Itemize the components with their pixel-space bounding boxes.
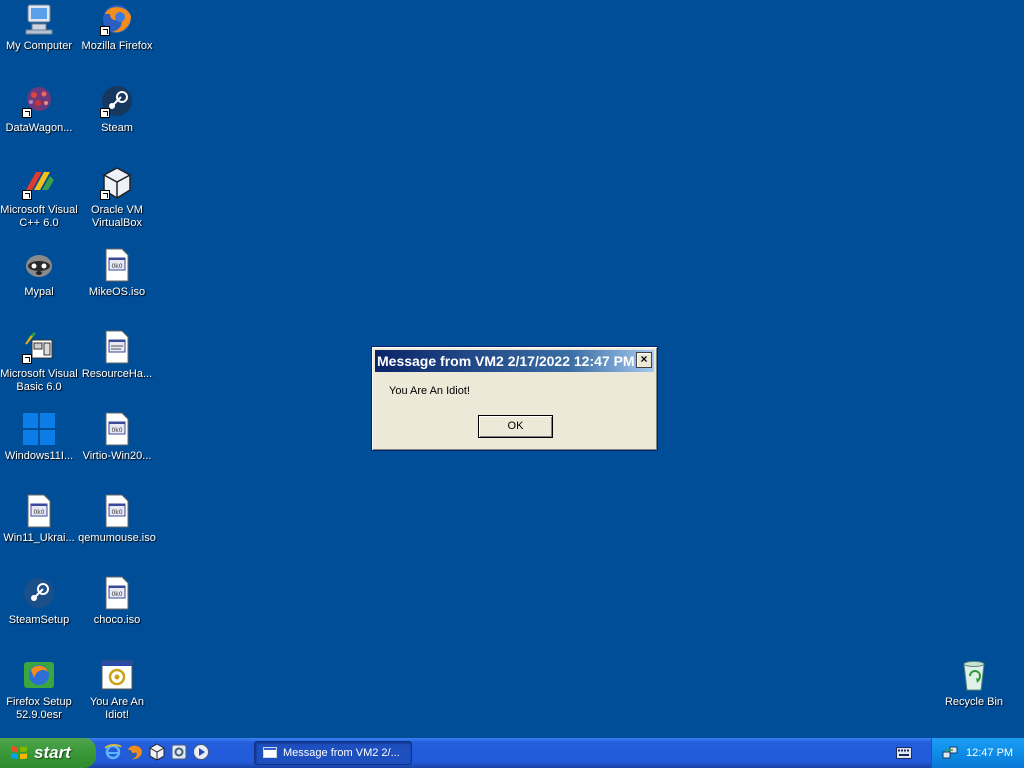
dialog-title: Message from VM2 2/17/2022 12:47 PM (377, 353, 635, 369)
windows11-icon (22, 412, 56, 446)
iso-file-icon: 0k0 (100, 494, 134, 528)
quick-launch (104, 743, 210, 763)
dialog-message: You Are An Idiot! (389, 385, 470, 397)
program-icon (100, 658, 134, 692)
desktop-icon-label: Firefox Setup 52.9.0esr (6, 696, 72, 721)
visual-basic-icon (22, 330, 56, 364)
desktop-icon-resourceha[interactable]: ResourceHa... (78, 330, 156, 381)
desktop: My Computer DataWagon... Microsoft Visua… (0, 0, 1024, 738)
desktop-icon-label: Microsoft Visual Basic 6.0 (0, 368, 78, 393)
shortcut-arrow-icon (22, 190, 32, 200)
desktop-icon-win11-ukrai[interactable]: 0k0 Win11_Ukrai... (0, 494, 78, 545)
iso-file-icon: 0k0 (22, 494, 56, 528)
desktop-icon-steam[interactable]: Steam (78, 84, 156, 135)
desktop-icon-choco-iso[interactable]: 0k0 choco.iso (78, 576, 156, 627)
desktop-icon-ms-visual-cpp[interactable]: Microsoft Visual C++ 6.0 (0, 166, 78, 230)
svg-text:0k0: 0k0 (33, 509, 44, 516)
window-icon (263, 747, 277, 758)
settings-icon[interactable] (170, 743, 188, 761)
desktop-icon-ms-visual-basic[interactable]: Microsoft Visual Basic 6.0 (0, 330, 78, 394)
datawagon-icon (22, 84, 56, 118)
message-dialog: Message from VM2 2/17/2022 12:47 PM × Yo… (371, 346, 658, 451)
virtualbox-icon[interactable] (148, 743, 166, 761)
taskbar-button-label: Message from VM2 2/... (283, 747, 400, 759)
taskbar-button-message[interactable]: Message from VM2 2/... (254, 741, 412, 765)
start-label: start (34, 743, 71, 762)
desktop-icon-label: Win11_Ukrai... (3, 532, 75, 544)
desktop-icon-label: Recycle Bin (944, 696, 1004, 708)
desktop-icon-steamsetup[interactable]: SteamSetup (0, 576, 78, 627)
desktop-icon-label: choco.iso (93, 614, 141, 626)
desktop-icon-windows11[interactable]: Windows11I... (0, 412, 78, 463)
desktop-icon-virtio-win[interactable]: 0k0 Virtio-Win20... (78, 412, 156, 463)
media-player-icon[interactable] (192, 743, 210, 761)
desktop-icon-mypal[interactable]: Mypal (0, 248, 78, 299)
ok-button[interactable]: OK (478, 415, 553, 438)
desktop-icon-mozilla-firefox[interactable]: Mozilla Firefox (78, 2, 156, 53)
desktop-icon-oracle-vbox[interactable]: Oracle VM VirtualBox (78, 166, 156, 230)
exe-file-icon (100, 330, 134, 364)
dialog-titlebar[interactable]: Message from VM2 2/17/2022 12:47 PM × (375, 350, 654, 372)
iso-file-icon: 0k0 (100, 248, 134, 282)
windows-logo-icon (11, 746, 27, 760)
system-tray: 12:47 PM (931, 738, 1024, 768)
desktop-icon-datawagon[interactable]: DataWagon... (0, 84, 78, 135)
desktop-icon-label: ResourceHa... (81, 368, 153, 380)
desktop-icon-label: Microsoft Visual C++ 6.0 (0, 204, 78, 229)
shortcut-arrow-icon (22, 108, 32, 118)
desktop-icon-label: MikeOS.iso (88, 286, 146, 298)
desktop-icon-label: Virtio-Win20... (82, 450, 152, 462)
shortcut-arrow-icon (100, 108, 110, 118)
firefox-icon (100, 2, 134, 36)
keyboard-icon[interactable] (896, 747, 912, 759)
internet-explorer-icon[interactable] (104, 743, 122, 761)
iso-file-icon: 0k0 (100, 576, 134, 610)
desktop-icon-label: Mypal (24, 286, 54, 298)
network-icon[interactable] (942, 745, 958, 761)
desktop-icon-qemumouse[interactable]: 0k0 qemumouse.iso (78, 494, 156, 545)
desktop-icon-label: Mozilla Firefox (81, 40, 153, 52)
shortcut-arrow-icon (22, 354, 32, 364)
shortcut-arrow-icon (100, 26, 110, 36)
desktop-icon-label: qemumouse.iso (78, 532, 156, 544)
visual-cpp-icon (22, 166, 56, 200)
shortcut-arrow-icon (100, 190, 110, 200)
desktop-icon-label: You Are An Idiot! (89, 696, 145, 721)
virtualbox-icon (100, 166, 134, 200)
close-button[interactable]: × (636, 352, 652, 368)
svg-text:0k0: 0k0 (111, 509, 122, 516)
desktop-icon-mikeos-iso[interactable]: 0k0 MikeOS.iso (78, 248, 156, 299)
svg-text:0k0: 0k0 (111, 427, 122, 434)
desktop-icon-firefox-setup[interactable]: Firefox Setup 52.9.0esr (0, 658, 78, 722)
desktop-icon-my-computer[interactable]: My Computer (0, 2, 78, 53)
firefox-icon[interactable] (126, 743, 144, 761)
firefox-setup-icon (22, 658, 56, 692)
steam-icon (100, 84, 134, 118)
svg-text:0k0: 0k0 (111, 591, 122, 598)
svg-text:0k0: 0k0 (111, 263, 122, 270)
desktop-icon-label: DataWagon... (5, 122, 73, 134)
taskbar: start Message from VM2 2/... 12:47 PM (0, 738, 1024, 768)
start-button[interactable]: start (0, 738, 96, 768)
close-icon: × (640, 352, 648, 366)
desktop-icon-label: SteamSetup (8, 614, 70, 626)
desktop-icon-label: Windows11I... (4, 450, 74, 462)
steam-setup-icon (22, 576, 56, 610)
clock[interactable]: 12:47 PM (966, 738, 1013, 768)
iso-file-icon: 0k0 (100, 412, 134, 446)
desktop-icon-recycle-bin[interactable]: Recycle Bin (935, 658, 1013, 709)
computer-icon (22, 2, 56, 36)
desktop-icon-label: Oracle VM VirtualBox (91, 204, 143, 229)
mypal-icon (22, 248, 56, 282)
desktop-icon-label: Steam (101, 122, 133, 134)
desktop-icon-you-are-an-idiot[interactable]: You Are An Idiot! (78, 658, 156, 722)
desktop-icon-label: My Computer (5, 40, 73, 52)
recycle-bin-icon (957, 658, 991, 692)
